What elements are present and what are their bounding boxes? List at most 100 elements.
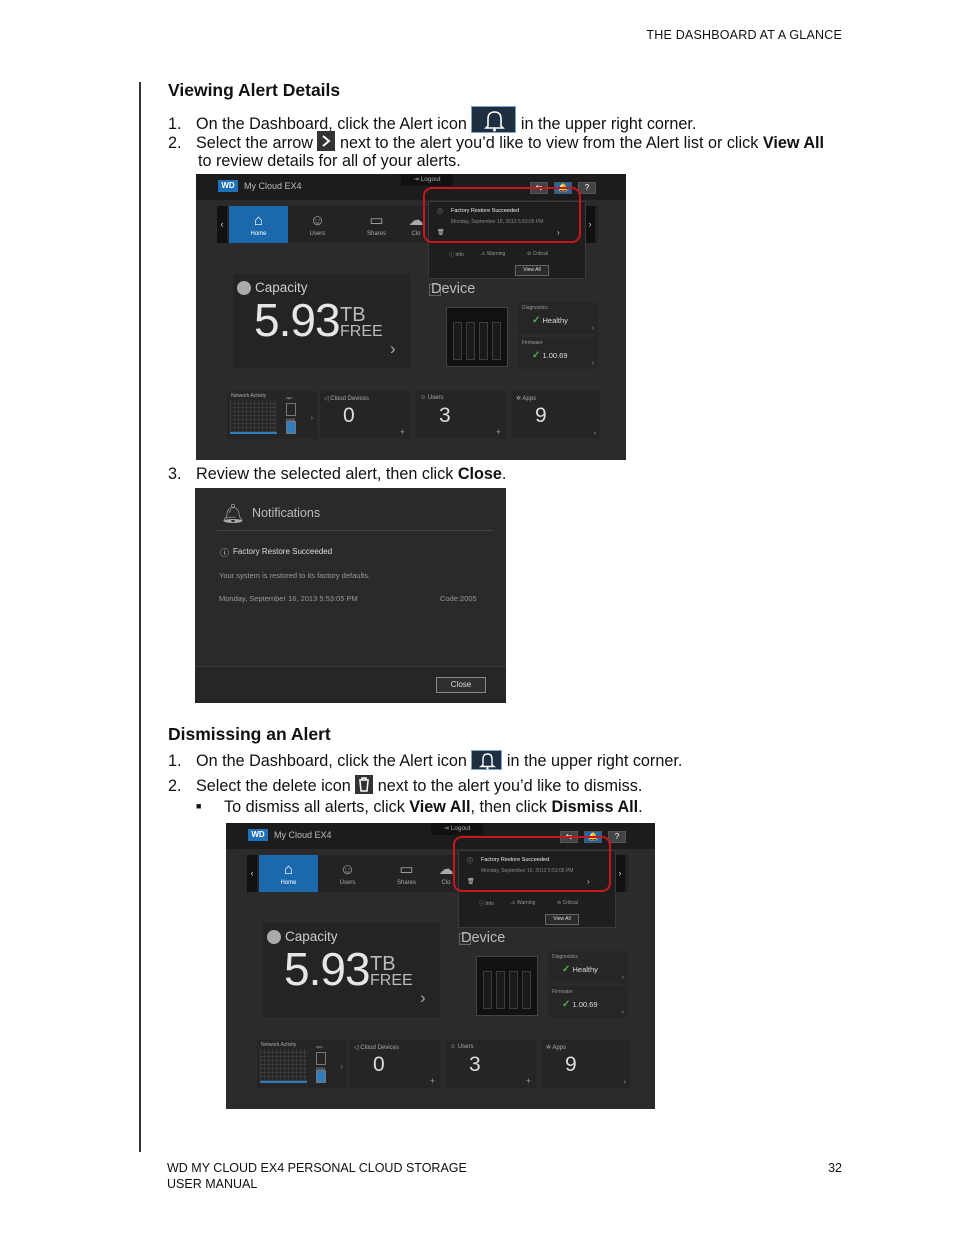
network-graph: [260, 1049, 307, 1083]
logout-link[interactable]: ⇥ Logout: [401, 174, 453, 186]
users-icon: ☺: [309, 212, 326, 229]
alert-title: Factory Restore Succeeded: [233, 547, 333, 556]
capacity-value: 5.93: [254, 294, 341, 346]
capacity-value: 5.93: [284, 943, 371, 995]
users-panel[interactable]: ☺ Users 3 +: [416, 391, 506, 439]
view-all-button[interactable]: View All: [545, 914, 579, 925]
alert-bell-icon: [471, 750, 503, 770]
legend-warning: ⚠ Warning: [481, 251, 506, 257]
help-icon[interactable]: ?: [578, 182, 596, 194]
diagnostics-panel[interactable]: Diagnostics ✓ Healthy ›: [548, 951, 628, 983]
alert-bell-icon: [471, 106, 517, 133]
chevron-right-icon[interactable]: ›: [390, 339, 396, 359]
cloud-devices-panel[interactable]: ◁ Cloud Devices 0 +: [320, 391, 410, 439]
alert-message: Your system is restored to its factory d…: [219, 571, 371, 580]
plus-icon[interactable]: +: [430, 1076, 435, 1086]
apps-icon: ✲: [546, 1045, 552, 1051]
nav-left-arrow[interactable]: ‹: [247, 855, 257, 892]
view-all-button[interactable]: View All: [515, 265, 549, 276]
shares-icon: ▭: [369, 212, 384, 229]
heading-viewing-alert-details: Viewing Alert Details: [168, 80, 341, 100]
legend-warning: ⚠ Warning: [511, 900, 536, 906]
step-view-2-continued: to review details for all of your alerts…: [198, 152, 461, 170]
chevron-right-icon[interactable]: ›: [341, 1064, 343, 1071]
logout-link[interactable]: ⇥ Logout: [431, 823, 483, 835]
home-icon: ⌂: [253, 212, 264, 229]
ram-bar: [286, 421, 296, 434]
chevron-right-icon: [317, 131, 336, 151]
trash-icon: [355, 775, 374, 794]
bullet-square-icon: ■: [196, 801, 202, 811]
chevron-right-icon[interactable]: ›: [624, 1079, 626, 1086]
tab-users[interactable]: ☺ Users: [288, 206, 347, 243]
diagnostics-panel[interactable]: Diagnostics ✓ Healthy ›: [518, 302, 598, 334]
users-icon: ☺: [339, 861, 356, 878]
chevron-right-icon[interactable]: ›: [622, 1009, 624, 1016]
plus-icon[interactable]: +: [496, 427, 501, 437]
highlight-box: [423, 187, 581, 243]
legend-info: ⓘ Info: [479, 901, 494, 907]
nav-right-arrow[interactable]: ›: [585, 206, 595, 243]
help-icon[interactable]: ?: [608, 831, 626, 843]
notifications-dialog: 🔔︎ Notifications ⓘ Factory Restore Succe…: [195, 488, 506, 703]
step-view-1: 1. On the Dashboard, click the Alert icon…: [168, 106, 696, 134]
check-icon: ✓: [562, 999, 571, 1010]
legend-critical: ⊘ Critical: [557, 900, 578, 906]
users-icon: ☺: [420, 395, 427, 401]
dashboard-screenshot-1: WD My Cloud EX4 ⇥ Logout ⌂ Home ☺ Users ▭ S…: [196, 174, 626, 460]
notifications-title: Notifications: [252, 506, 321, 520]
nav-left-arrow[interactable]: ‹: [217, 206, 227, 243]
device-title: Device: [431, 281, 476, 297]
network-graph: [230, 400, 277, 434]
tab-shares[interactable]: ▭ Shares: [347, 206, 406, 243]
tab-shares[interactable]: ▭ Shares: [377, 855, 436, 892]
users-icon: ☺: [450, 1044, 457, 1050]
dashboard-screenshot-2: WD My Cloud EX4 ⇥ Logout ⌂ Home ☺ Users ▭ S…: [226, 823, 655, 1109]
legend-critical: ⊘ Critical: [527, 251, 548, 257]
tab-home[interactable]: ⌂ Home: [229, 206, 288, 243]
close-button[interactable]: Close: [436, 677, 486, 693]
network-activity-panel[interactable]: Network Activity cpu RAM ›: [227, 391, 317, 439]
apps-icon: ✲: [516, 396, 522, 402]
home-icon: ⌂: [283, 861, 294, 878]
page-number: 32: [828, 1161, 842, 1175]
step-dismiss-1: 1. On the Dashboard, click the Alert icon…: [168, 750, 683, 770]
chevron-right-icon[interactable]: ›: [592, 360, 594, 367]
device-title: Device: [461, 930, 506, 946]
pie-chart-icon: [237, 281, 251, 295]
tab-users[interactable]: ☺ Users: [318, 855, 377, 892]
pie-chart-icon: [267, 930, 281, 944]
cpu-bar: [286, 403, 296, 416]
chevron-right-icon[interactable]: ›: [311, 415, 313, 422]
cloud-devices-panel[interactable]: ◁ Cloud Devices 0 +: [350, 1040, 440, 1088]
capacity-panel[interactable]: Capacity 5.93 TB FREE ›: [263, 923, 440, 1017]
margin-rule: [139, 82, 141, 1152]
running-header: THE DASHBOARD AT A GLANCE: [646, 28, 842, 42]
apps-panel[interactable]: ✲ Apps 9 ›: [512, 391, 600, 439]
chevron-right-icon[interactable]: ›: [622, 974, 624, 981]
firmware-panel[interactable]: Firmware ✓ 1.00.69 ›: [548, 986, 628, 1018]
info-icon: ⓘ: [220, 548, 230, 558]
product-name: My Cloud EX4: [274, 830, 332, 840]
nav-right-arrow[interactable]: ›: [615, 855, 625, 892]
legend-info: ⓘ Info: [449, 252, 464, 258]
shares-icon: ▭: [399, 861, 414, 878]
chevron-right-icon[interactable]: ›: [592, 325, 594, 332]
firmware-panel[interactable]: Firmware ✓ 1.00.69 ›: [518, 337, 598, 369]
users-panel[interactable]: ☺ Users 3 +: [446, 1040, 536, 1088]
chevron-right-icon[interactable]: ›: [420, 988, 426, 1008]
plus-icon[interactable]: +: [400, 427, 405, 437]
check-icon: ✓: [532, 350, 541, 361]
footer: WD MY CLOUD EX4 PERSONAL CLOUD STORAGE U…: [167, 1161, 467, 1191]
plus-icon[interactable]: +: [526, 1076, 531, 1086]
tab-home[interactable]: ⌂ Home: [259, 855, 318, 892]
check-icon: ✓: [532, 315, 541, 326]
capacity-panel[interactable]: Capacity 5.93 TB FREE ›: [233, 274, 410, 368]
network-activity-panel[interactable]: Network Activity cpu RAM ›: [257, 1040, 347, 1088]
chevron-right-icon[interactable]: ›: [594, 430, 596, 437]
apps-panel[interactable]: ✲ Apps 9 ›: [542, 1040, 630, 1088]
wd-logo: WD: [248, 829, 268, 841]
cloud-device-icon: ◁: [354, 1045, 359, 1051]
bell-icon: 🔔︎: [221, 504, 246, 525]
check-icon: ✓: [562, 964, 571, 975]
